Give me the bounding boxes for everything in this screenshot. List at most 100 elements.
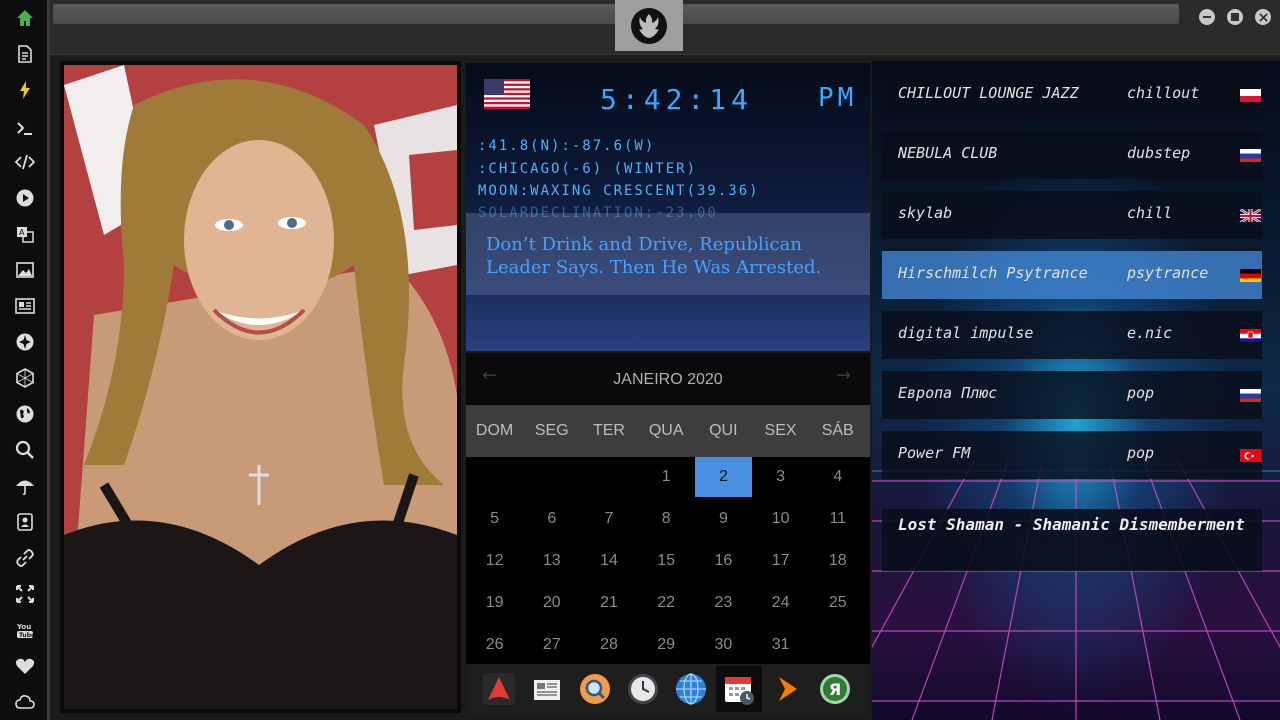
- clock-app-icon[interactable]: [620, 666, 666, 712]
- arch-icon[interactable]: [476, 666, 522, 712]
- calendar-day[interactable]: 27: [523, 625, 580, 665]
- expand-icon[interactable]: [11, 580, 39, 608]
- calendar-day[interactable]: 7: [580, 499, 637, 539]
- calendar-day[interactable]: 4: [809, 457, 866, 497]
- calendar-day[interactable]: 10: [752, 499, 809, 539]
- play-icon[interactable]: [11, 184, 39, 212]
- app-dock: Я: [466, 664, 870, 714]
- browser-globe-icon[interactable]: [668, 666, 714, 712]
- station-row[interactable]: NEBULA CLUB dubstep: [882, 131, 1262, 179]
- cloud-icon[interactable]: [11, 688, 39, 716]
- calendar-day[interactable]: 20: [523, 583, 580, 623]
- clock-ampm: PM: [818, 83, 858, 113]
- now-playing: Lost Shaman - Shamanic Dismemberment: [882, 509, 1262, 571]
- calendar-day[interactable]: 16: [695, 541, 752, 581]
- weekday-label: DOM: [475, 422, 514, 439]
- calendar-weekday-row: DOM SEG TER QUA QUI SEX SÁB: [466, 405, 870, 457]
- link-icon[interactable]: [11, 544, 39, 572]
- calendar-day[interactable]: 15: [638, 541, 695, 581]
- svg-text:You: You: [16, 623, 31, 631]
- calendar-day[interactable]: 9: [695, 499, 752, 539]
- umbrella-icon[interactable]: [11, 472, 39, 500]
- calendar-widget: ← JANEIRO 2020 → DOM SEG TER QUA QUI SEX SÁB 1…: [466, 353, 870, 664]
- station-row[interactable]: Европа Плюс pop: [882, 371, 1262, 419]
- calendar-day[interactable]: 8: [638, 499, 695, 539]
- russia-flag-icon: [1240, 388, 1261, 402]
- calendar-day: [466, 457, 523, 497]
- calendar-day[interactable]: 12: [466, 541, 523, 581]
- calendar-header: ← JANEIRO 2020 →: [466, 353, 870, 405]
- minimize-button[interactable]: [1199, 9, 1215, 25]
- news-headline[interactable]: Don’t Drink and Drive, Republican Leader…: [486, 233, 850, 279]
- document-icon[interactable]: [11, 40, 39, 68]
- germany-flag-icon: [1240, 268, 1261, 282]
- station-row[interactable]: Power FM pop: [882, 431, 1262, 479]
- lightning-icon[interactable]: [11, 76, 39, 104]
- terminal-icon[interactable]: [11, 114, 39, 142]
- calendar-day[interactable]: 25: [809, 583, 866, 623]
- globe-icon[interactable]: [11, 400, 39, 428]
- station-row[interactable]: digital impulse e.nic: [882, 311, 1262, 359]
- station-row[interactable]: skylab chill: [882, 191, 1262, 239]
- us-flag-icon: [484, 79, 530, 109]
- contacts-icon[interactable]: [11, 508, 39, 536]
- calendar-day[interactable]: 21: [580, 583, 637, 623]
- calendar-day-today[interactable]: 2: [694, 457, 752, 497]
- newspaper-icon[interactable]: [524, 666, 570, 712]
- portrait-photo: [64, 65, 457, 709]
- yandex-icon[interactable]: Я: [812, 666, 858, 712]
- weekday-label: QUA: [648, 422, 684, 439]
- heart-icon[interactable]: [11, 652, 39, 680]
- next-month-icon[interactable]: →: [836, 365, 851, 386]
- news-icon[interactable]: [11, 292, 39, 320]
- play-arrow-icon[interactable]: [764, 666, 810, 712]
- translate-icon[interactable]: A: [11, 220, 39, 248]
- main-area: 5:42:14 PM :41.8(N):-87.6(W) :CHICAGO(-6…: [50, 55, 1280, 720]
- search-app-icon[interactable]: [572, 666, 618, 712]
- calendar-day[interactable]: 11: [809, 499, 866, 539]
- calendar-day[interactable]: 18: [809, 541, 866, 581]
- calendar-day[interactable]: 24: [752, 583, 809, 623]
- close-button[interactable]: [1255, 9, 1271, 25]
- svg-text:Tube: Tube: [19, 632, 35, 639]
- calendar-day[interactable]: 23: [695, 583, 752, 623]
- maximize-button[interactable]: [1227, 9, 1243, 25]
- calendar-day[interactable]: 14: [580, 541, 637, 581]
- rebel-logo-tab[interactable]: [615, 0, 683, 51]
- code-icon[interactable]: [11, 148, 39, 176]
- calendar-day: [580, 457, 637, 497]
- hexagon-icon[interactable]: [11, 364, 39, 392]
- station-row[interactable]: Hirschmilch Psytrance psytrance: [882, 251, 1262, 299]
- news-headline-box[interactable]: Don’t Drink and Drive, Republican Leader…: [466, 213, 870, 295]
- calendar-day[interactable]: 5: [466, 499, 523, 539]
- station-row[interactable]: CHILLOUT LOUNGE JAZZ chillout: [882, 71, 1262, 119]
- calendar-day[interactable]: 17: [752, 541, 809, 581]
- weekday-label: QUI: [709, 422, 738, 439]
- station-name: NEBULA CLUB: [898, 144, 998, 162]
- sidebar: A You Tube: [0, 0, 50, 720]
- turkey-flag-icon: [1240, 448, 1261, 462]
- rebel-logo-icon: [631, 8, 667, 44]
- svg-text:A: A: [19, 228, 25, 237]
- calendar-day[interactable]: 3: [752, 457, 809, 497]
- youtube-icon[interactable]: You Tube: [11, 616, 39, 644]
- image-icon[interactable]: [11, 256, 39, 284]
- calendar-day[interactable]: 31: [752, 625, 809, 665]
- station-genre: chillout: [1127, 84, 1200, 102]
- calendar-day[interactable]: 29: [638, 625, 695, 665]
- search-icon[interactable]: [11, 436, 39, 464]
- calendar-day[interactable]: 13: [523, 541, 580, 581]
- station-name: Power FM: [898, 444, 971, 462]
- calendar-day[interactable]: 6: [523, 499, 580, 539]
- home-icon[interactable]: [11, 4, 39, 32]
- calendar-day[interactable]: 26: [466, 625, 523, 665]
- calendar-day[interactable]: 1: [638, 457, 695, 497]
- calendar-app-icon[interactable]: [716, 666, 762, 712]
- calendar-title: JANEIRO 2020: [613, 371, 723, 388]
- calendar-day[interactable]: 30: [695, 625, 752, 665]
- calendar-day[interactable]: 28: [580, 625, 637, 665]
- calendar-day[interactable]: 22: [638, 583, 695, 623]
- station-name: CHILLOUT LOUNGE JAZZ: [898, 84, 1079, 102]
- calendar-day[interactable]: 19: [466, 583, 523, 623]
- rebel-icon[interactable]: [11, 328, 39, 356]
